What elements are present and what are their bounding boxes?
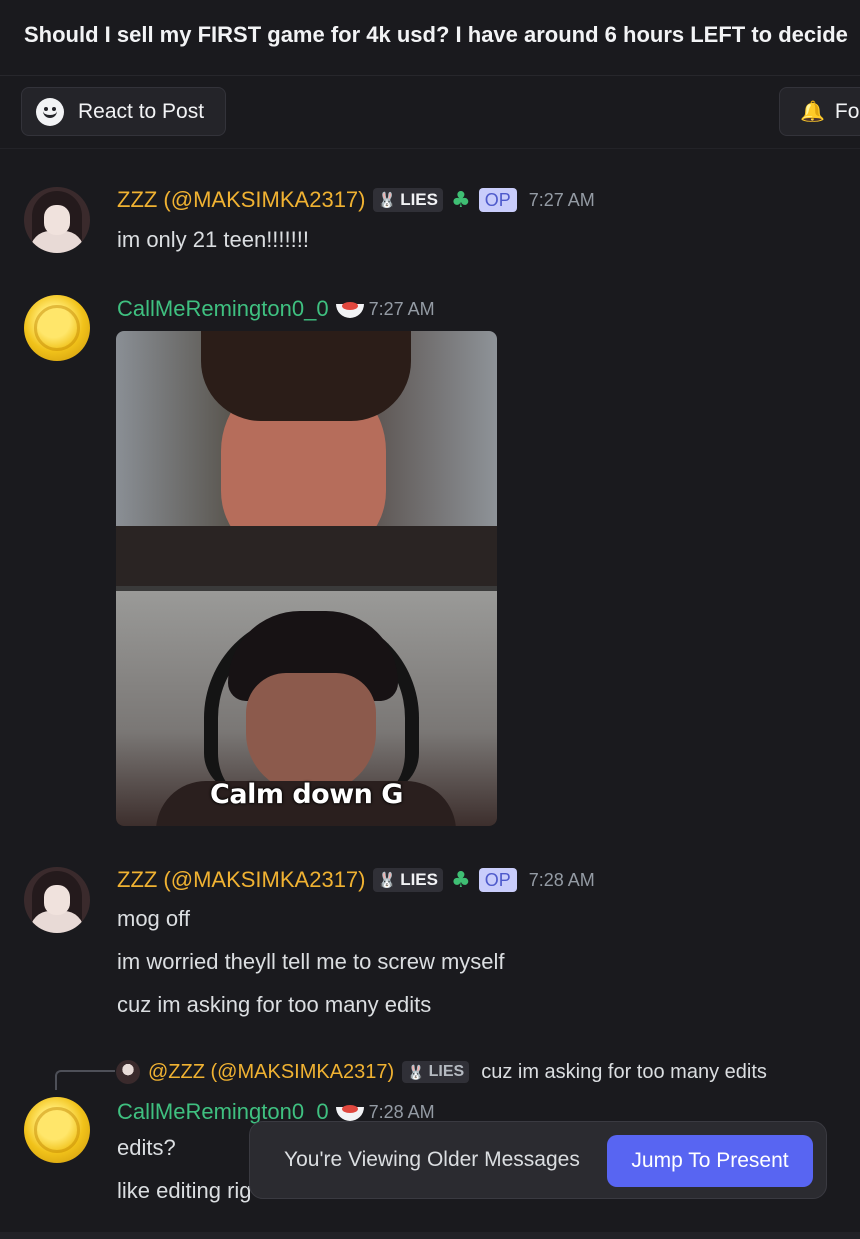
message-timestamp: 7:27 AM xyxy=(368,298,435,319)
thread-action-bar: React to Post 🔔 Follow xyxy=(0,77,860,149)
message-timestamp: 7:27 AM xyxy=(528,189,595,210)
message-text: edits? xyxy=(117,1135,176,1160)
message-author[interactable]: CallMeRemington0_0 xyxy=(117,296,329,322)
bunny-icon: 🐰 xyxy=(407,1063,425,1080)
spaghetti-emoji-icon xyxy=(335,298,365,320)
message-text: im only 21 teen!!!!!!! xyxy=(117,227,309,252)
bell-icon: 🔔 xyxy=(800,101,825,123)
op-badge: OP xyxy=(478,868,517,892)
message-timestamp: 7:28 AM xyxy=(368,1101,435,1122)
user-tag[interactable]: 🐰 LIES xyxy=(372,188,443,212)
message-author[interactable]: ZZZ (@MAKSIMKA2317) xyxy=(117,867,366,893)
follow-label: Follow xyxy=(834,99,860,123)
reply-user-tag: 🐰 LIES xyxy=(402,1061,470,1083)
clover-icon: ♣ xyxy=(450,867,471,893)
image-caption: Calm down G xyxy=(210,779,403,810)
reply-avatar xyxy=(116,1060,140,1084)
reply-reference[interactable]: @ZZZ (@MAKSIMKA2317) 🐰 LIES cuz im asking… xyxy=(116,1060,767,1084)
avatar[interactable] xyxy=(24,1097,90,1163)
older-messages-text: You're Viewing Older Messages xyxy=(284,1148,580,1171)
message-image[interactable]: Calm down G xyxy=(116,331,497,826)
composer-edge xyxy=(0,1232,860,1239)
message-text: like editing rig xyxy=(117,1178,252,1203)
smiley-icon xyxy=(36,97,64,126)
thread-title: Should I sell my FIRST game for 4k usd? … xyxy=(24,22,848,47)
jump-to-present-button[interactable]: Jump To Present xyxy=(607,1135,813,1187)
avatar[interactable] xyxy=(24,295,90,361)
avatar[interactable] xyxy=(24,187,90,253)
message-timestamp: 7:28 AM xyxy=(528,869,595,890)
react-to-post-label: React to Post xyxy=(78,99,205,123)
reply-connector xyxy=(55,1070,115,1090)
op-badge: OP xyxy=(478,188,517,212)
older-messages-banner: You're Viewing Older Messages Jump To Pr… xyxy=(249,1121,827,1199)
user-tag[interactable]: 🐰 LIES xyxy=(372,868,443,892)
bunny-icon: 🐰 xyxy=(377,872,397,889)
reply-text: cuz im asking for too many edits xyxy=(481,1060,767,1083)
clover-icon: ♣ xyxy=(450,187,471,213)
message-text: mog off xyxy=(117,906,190,931)
thread-header: Should I sell my FIRST game for 4k usd? … xyxy=(0,0,860,76)
avatar[interactable] xyxy=(24,867,90,933)
follow-button[interactable]: 🔔 Follow xyxy=(779,87,860,136)
bunny-icon: 🐰 xyxy=(377,192,397,209)
reply-author: @ZZZ (@MAKSIMKA2317) xyxy=(148,1060,395,1083)
message-text: im worried theyll tell me to screw mysel… xyxy=(117,949,505,974)
spaghetti-emoji-icon xyxy=(335,1101,365,1123)
react-to-post-button[interactable]: React to Post xyxy=(21,87,226,136)
message-text: cuz im asking for too many edits xyxy=(117,992,432,1017)
message-author[interactable]: ZZZ (@MAKSIMKA2317) xyxy=(117,187,366,213)
